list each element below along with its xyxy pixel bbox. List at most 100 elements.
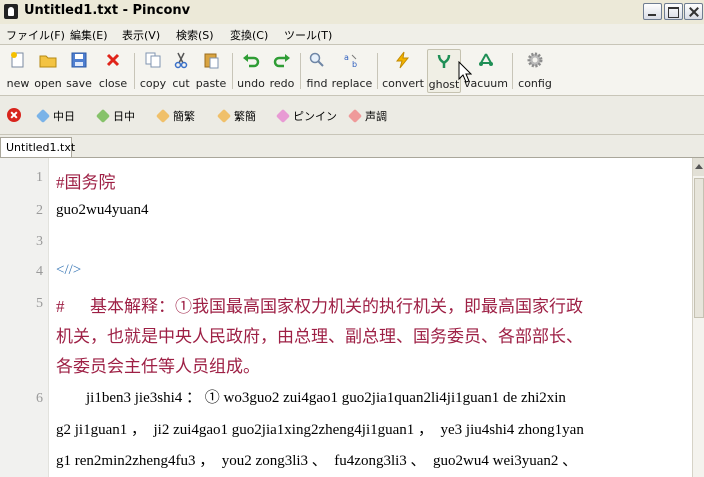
maximize-button[interactable] [664,3,683,20]
find-button-label: find [306,77,328,90]
redo-button[interactable]: redo [268,49,296,93]
editor-line: g2 ji1guan1 ， ji2 zui4gao1 guo2jia1xing2… [56,422,584,438]
menu-tools[interactable]: ツール(T) [284,27,332,43]
window-title: Untitled1.txt - Pinconv [24,3,191,18]
new-button-label: new [6,77,30,90]
close-button-label: close [98,77,128,90]
open-folder-icon [39,55,57,68]
tag-icon [275,108,291,124]
tag-icon [216,108,232,124]
magnifier-icon [309,52,324,67]
line-number: 4 [36,264,43,279]
conv-trad-simp[interactable]: 繁簡 [216,108,256,124]
editor-line: 各委员会主任等人员组成。 [56,357,260,376]
conv-tone-label: 声調 [365,110,387,123]
tag-icon [35,108,51,124]
open-button[interactable]: open [33,49,63,93]
paste-button[interactable]: paste [194,49,228,93]
app-icon [4,4,18,19]
line-number-gutter: 1 2 3 4 5 6 [0,158,49,477]
new-file-icon [11,52,24,68]
line-number: 2 [36,203,43,218]
mouse-cursor-icon [458,61,472,83]
close-button[interactable]: close [96,49,130,93]
conv-simp-trad-label: 簡繁 [173,110,195,123]
config-button-label: config [518,77,552,90]
clear-conversion-icon[interactable] [7,108,21,122]
undo-button-label: undo [237,77,265,90]
conv-zh-ja-label: 中日 [53,110,75,123]
editor-line: ji1ben3 jie3shi4 ： ① wo3guo2 zui4gao1 gu… [56,390,566,406]
toolbar-separator [232,53,233,89]
conv-pinyin[interactable]: ピンイン [275,108,337,124]
conv-pinyin-label: ピンイン [293,110,337,123]
editor-line: <//> [56,262,82,278]
toolbar: new open save close copy cut paste undo … [0,45,704,96]
conv-zh-ja[interactable]: 中日 [35,108,75,124]
close-window-button[interactable] [684,3,703,20]
ghost-button[interactable]: ghost [427,49,461,93]
editor-line: #国务院 [56,173,116,192]
menu-search[interactable]: 検索(S) [176,27,214,43]
conv-trad-simp-label: 繁簡 [234,110,256,123]
editor-line: guo2wu4yuan4 [56,202,149,218]
vacuum-icon [479,53,493,66]
copy-button[interactable]: copy [138,49,168,93]
conv-simp-trad[interactable]: 簡繁 [155,108,195,124]
cut-button-label: cut [172,77,190,90]
cut-scissors-icon [174,52,188,69]
find-button[interactable]: find [304,49,330,93]
undo-button[interactable]: undo [236,49,266,93]
ghost-icon [437,54,451,68]
toolbar-separator [134,53,135,89]
line-number: 1 [36,170,43,185]
close-x-icon [106,53,120,67]
editor-line: # 基本解释：①我国最高国家权力机关的执行机关，即最高国家行政 [56,297,583,316]
copy-button-label: copy [139,77,167,90]
toolbar-separator [377,53,378,89]
redo-button-label: redo [269,77,295,90]
save-button-label: save [66,77,92,90]
text-editor[interactable]: 1 2 3 4 5 6 #国务院 guo2wu4yuan4 <//> # 基本解… [0,158,692,477]
editor-line: 机关，也就是中央人民政府，由总理、副总理、国务委员、各部部长、 [56,327,583,346]
tab-untitled1[interactable]: Untitled1.txt [0,137,75,157]
paste-button-label: paste [195,77,227,90]
convert-button-label: convert [382,77,424,90]
scroll-up-arrow-icon[interactable] [693,158,704,176]
menu-view[interactable]: 表示(V) [122,27,160,43]
vertical-scrollbar[interactable] [692,158,704,477]
menu-convert[interactable]: 変換(C) [230,27,268,43]
replace-button-label: replace [331,77,373,90]
tag-icon [95,108,111,124]
replace-button[interactable]: ab replace [331,49,373,93]
paste-icon [204,53,219,69]
config-button[interactable]: config [517,49,553,93]
copy-icon [145,52,161,68]
menu-bar: ファイル(F) 編集(E) 表示(V) 検索(S) 変換(C) ツール(T) [0,24,704,45]
gear-icon [527,52,543,68]
svg-text:a: a [344,53,349,62]
toolbar-separator [300,53,301,89]
ghost-button-label: ghost [428,78,460,91]
menu-file[interactable]: ファイル(F) [6,27,65,43]
scroll-thumb[interactable] [694,178,704,318]
toolbar-separator [512,53,513,89]
svg-text:b: b [352,60,357,69]
save-button[interactable]: save [64,49,94,93]
menu-edit[interactable]: 編集(E) [70,27,108,43]
new-button[interactable]: new [4,49,32,93]
convert-button[interactable]: convert [381,49,425,93]
lightning-icon [395,51,410,69]
title-bar: Untitled1.txt - Pinconv [0,0,704,25]
line-number: 5 [36,296,43,311]
tag-icon [347,108,363,124]
cut-button[interactable]: cut [169,49,193,93]
save-disk-icon [71,52,87,68]
editor-line: g1 ren2min2zheng4fu3 ， you2 zong3li3 、 f… [56,453,578,469]
conv-tone[interactable]: 声調 [347,108,387,124]
minimize-button[interactable] [643,3,662,20]
conversion-bar: 中日 日中 簡繁 繁簡 ピンイン 声調 [0,96,704,135]
tab-strip: Untitled1.txt [0,135,704,158]
conv-ja-zh[interactable]: 日中 [95,108,135,124]
open-button-label: open [34,77,62,90]
